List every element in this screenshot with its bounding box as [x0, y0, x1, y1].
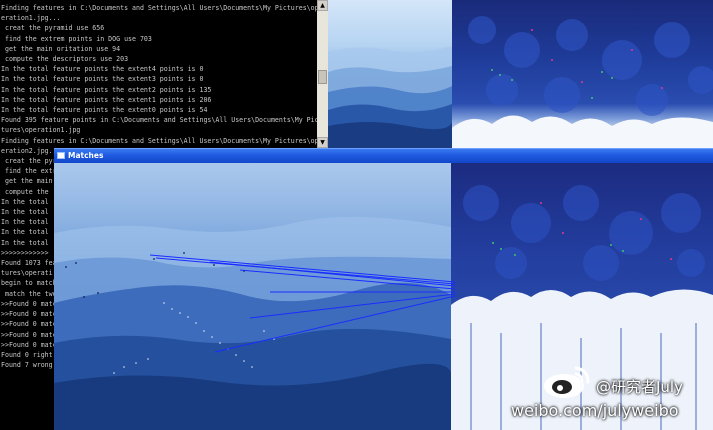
- console-line: In the total feature points the extent3 …: [1, 75, 204, 84]
- weibo-eye-logo: [544, 366, 590, 398]
- console-line: In the total feature points the extent1 …: [1, 95, 212, 104]
- console-line: creat the pyramid use 656: [1, 24, 105, 33]
- console-line: find the extrem points in DOG use 703: [1, 34, 152, 43]
- console-line: In the total feature points the extent0 …: [1, 106, 208, 115]
- console-line: Finding features in C:\Documents and Set…: [1, 136, 317, 145]
- watermark-url: weibo.com/julyweibo: [511, 401, 679, 420]
- match-image-left: [54, 163, 451, 430]
- console-line: compute the descriptors use 203: [1, 55, 129, 64]
- matches-titlebar[interactable]: Matches: [54, 148, 713, 163]
- window-title: Matches: [68, 151, 104, 160]
- console-line: get the main oritation use 94: [1, 44, 121, 53]
- scroll-thumb[interactable]: [318, 70, 327, 84]
- source-image-right: [452, 0, 713, 148]
- window-icon: [57, 152, 65, 159]
- watermark-handle: @研究者July: [596, 378, 683, 396]
- console-line: eration1.jpg...: [1, 14, 61, 23]
- console-line: In the total feature points the extent4 …: [1, 65, 204, 74]
- console-line: In the total feature points the extent2 …: [1, 85, 212, 94]
- console-line: Finding features in C:\Documents and Set…: [1, 4, 317, 12]
- scroll-up-icon[interactable]: ▲: [317, 0, 328, 11]
- console-line: Found 395 feature points in C:\Documents…: [1, 116, 317, 125]
- source-image-left: [328, 0, 452, 148]
- scroll-down-icon[interactable]: ▼: [317, 137, 328, 148]
- console-line: tures\operation1.jpg: [1, 126, 81, 135]
- console-scrollbar[interactable]: ▲ ▼: [317, 0, 328, 148]
